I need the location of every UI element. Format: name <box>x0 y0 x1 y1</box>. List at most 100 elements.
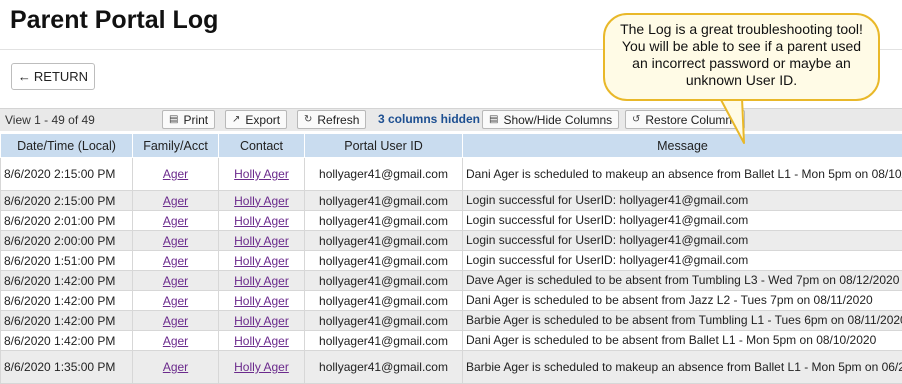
column-header-message[interactable]: Message <box>463 134 902 158</box>
cell-user-id: hollyager41@gmail.com <box>305 191 463 211</box>
refresh-icon: ↻ <box>304 114 312 125</box>
column-header-family[interactable]: Family/Acct <box>133 134 219 158</box>
export-icon: ↗ <box>232 114 240 125</box>
cell-user-id: hollyager41@gmail.com <box>305 158 463 191</box>
cell-family-link[interactable]: Ager <box>163 314 188 328</box>
table-row: 8/6/2020 1:42:00 PMAgerHolly Agerhollyag… <box>1 311 902 331</box>
table-row: 8/6/2020 2:01:00 PMAgerHolly Agerhollyag… <box>1 211 902 231</box>
refresh-label: Refresh <box>317 113 359 127</box>
table-row: 8/6/2020 1:42:00 PM Ager Holly Ager hollyag… <box>1 331 902 351</box>
hidden-columns-link[interactable]: 3 columns hidden <box>378 112 480 126</box>
cell-datetime: 8/6/2020 2:01:00 PM <box>1 211 133 231</box>
cell-family: Ager <box>133 351 219 384</box>
cell-contact: Holly Ager <box>219 191 305 211</box>
page-title: Parent Portal Log <box>10 6 218 35</box>
cell-contact: Holly Ager <box>219 211 305 231</box>
cell-datetime: 8/6/2020 2:00:00 PM <box>1 231 133 251</box>
cell-family-link[interactable]: Ager <box>163 334 188 348</box>
cell-user-id: hollyager41@gmail.com <box>305 251 463 271</box>
cell-message: Barbie Ager is scheduled to makeup an ab… <box>463 351 902 384</box>
cell-datetime: 8/6/2020 2:15:00 PM <box>1 158 133 191</box>
cell-message: Dani Ager is scheduled to be absent from… <box>463 291 902 311</box>
arrow-left-icon: ← <box>18 69 31 84</box>
cell-contact: Holly Ager <box>219 331 305 351</box>
cell-family: Ager <box>133 331 219 351</box>
cell-family: Ager <box>133 158 219 191</box>
cell-contact-link[interactable]: Holly Ager <box>234 294 289 308</box>
table-row: 8/6/2020 2:15:00 PM Ager Holly Ager hollyag… <box>1 191 902 211</box>
cell-contact: Holly Ager <box>219 291 305 311</box>
cell-datetime: 8/6/2020 1:35:00 PM <box>1 351 133 384</box>
cell-family-link[interactable]: Ager <box>163 234 188 248</box>
cell-family: Ager <box>133 211 219 231</box>
cell-family-link[interactable]: Ager <box>163 254 188 268</box>
cell-family: Ager <box>133 251 219 271</box>
cell-contact-link[interactable]: Holly Ager <box>234 234 289 248</box>
cell-family-link[interactable]: Ager <box>163 167 188 181</box>
help-callout: The Log is a great troubleshooting tool!… <box>603 13 880 101</box>
table-row: 8/6/2020 2:00:00 PM Ager Holly Ager hollyag… <box>1 231 902 251</box>
cell-contact-link[interactable]: Holly Ager <box>234 274 289 288</box>
cell-message: Barbie Ager is scheduled to be absent fr… <box>463 311 902 331</box>
cell-user-id: hollyager41@gmail.com <box>305 351 463 384</box>
cell-message: Dave Ager is scheduled to be absent from… <box>463 271 902 291</box>
column-header-datetime[interactable]: Date/Time (Local) <box>1 134 133 158</box>
cell-contact: Holly Ager <box>219 158 305 191</box>
header-row: Date/Time (Local) Family/Acct Contact Po… <box>1 134 902 158</box>
table-row: 8/6/2020 1:42:00 PM Ager Holly Ager hollyag… <box>1 291 902 311</box>
print-icon: ▤ <box>169 114 178 125</box>
cell-family: Ager <box>133 271 219 291</box>
cell-family-link[interactable]: Ager <box>163 194 188 208</box>
cell-message: Login successful for UserID: hollyager41… <box>463 211 902 231</box>
return-label: RETURN <box>34 69 88 84</box>
view-count: View 1 - 49 of 49 <box>5 113 95 127</box>
return-button[interactable]: ← RETURN <box>11 63 95 90</box>
cell-message: Login successful for UserID: hollyager41… <box>463 251 902 271</box>
table-row: 8/6/2020 2:15:00 PM Ager Holly Ager hollyag… <box>1 158 902 191</box>
cell-user-id: hollyager41@gmail.com <box>305 291 463 311</box>
cell-contact: Holly Ager <box>219 271 305 291</box>
cell-message: Login successful for UserID: hollyager41… <box>463 231 902 251</box>
restore-label: Restore Columns <box>645 113 738 127</box>
cell-contact-link[interactable]: Holly Ager <box>234 214 289 228</box>
cell-datetime: 8/6/2020 1:42:00 PM <box>1 291 133 311</box>
log-table: Date/Time (Local) Family/Acct Contact Po… <box>0 133 902 384</box>
cell-family-link[interactable]: Ager <box>163 214 188 228</box>
cell-family: Ager <box>133 231 219 251</box>
cell-message: Dani Ager is scheduled to be absent from… <box>463 331 902 351</box>
export-button[interactable]: ↗ Export <box>225 110 287 129</box>
show-hide-columns-button[interactable]: ▤ Show/Hide Columns <box>482 110 619 129</box>
cell-family-link[interactable]: Ager <box>163 274 188 288</box>
refresh-button[interactable]: ↻ Refresh <box>297 110 366 129</box>
cell-contact-link[interactable]: Holly Ager <box>234 167 289 181</box>
cell-contact-link[interactable]: Holly Ager <box>234 334 289 348</box>
column-header-contact[interactable]: Contact <box>219 134 305 158</box>
cell-family-link[interactable]: Ager <box>163 294 188 308</box>
cell-contact-link[interactable]: Holly Ager <box>234 194 289 208</box>
cell-user-id: hollyager41@gmail.com <box>305 331 463 351</box>
export-label: Export <box>245 113 280 127</box>
cell-contact-link[interactable]: Holly Ager <box>234 254 289 268</box>
cell-datetime: 8/6/2020 1:51:00 PM <box>1 251 133 271</box>
cell-contact: Holly Ager <box>219 231 305 251</box>
table-row: 8/6/2020 1:42:00 PMAgerHolly Agerhollyag… <box>1 271 902 291</box>
cell-family: Ager <box>133 291 219 311</box>
cell-datetime: 8/6/2020 1:42:00 PM <box>1 331 133 351</box>
cell-datetime: 8/6/2020 1:42:00 PM <box>1 311 133 331</box>
cell-contact: Holly Ager <box>219 311 305 331</box>
table-toolbar: View 1 - 49 of 49 ▤ Print ↗ Export ↻ Ref… <box>0 108 902 131</box>
cell-contact-link[interactable]: Holly Ager <box>234 314 289 328</box>
restore-columns-button[interactable]: ↺ Restore Columns <box>625 110 745 129</box>
cell-datetime: 8/6/2020 2:15:00 PM <box>1 191 133 211</box>
cell-family: Ager <box>133 191 219 211</box>
cell-contact: Holly Ager <box>219 251 305 271</box>
cell-message: Dani Ager is scheduled to makeup an abse… <box>463 158 902 191</box>
columns-icon: ▤ <box>489 114 498 125</box>
cell-contact-link[interactable]: Holly Ager <box>234 360 289 374</box>
cell-family-link[interactable]: Ager <box>163 360 188 374</box>
cell-user-id: hollyager41@gmail.com <box>305 271 463 291</box>
print-button[interactable]: ▤ Print <box>162 110 215 129</box>
restore-icon: ↺ <box>632 114 640 125</box>
cell-user-id: hollyager41@gmail.com <box>305 231 463 251</box>
column-header-user-id[interactable]: Portal User ID <box>305 134 463 158</box>
